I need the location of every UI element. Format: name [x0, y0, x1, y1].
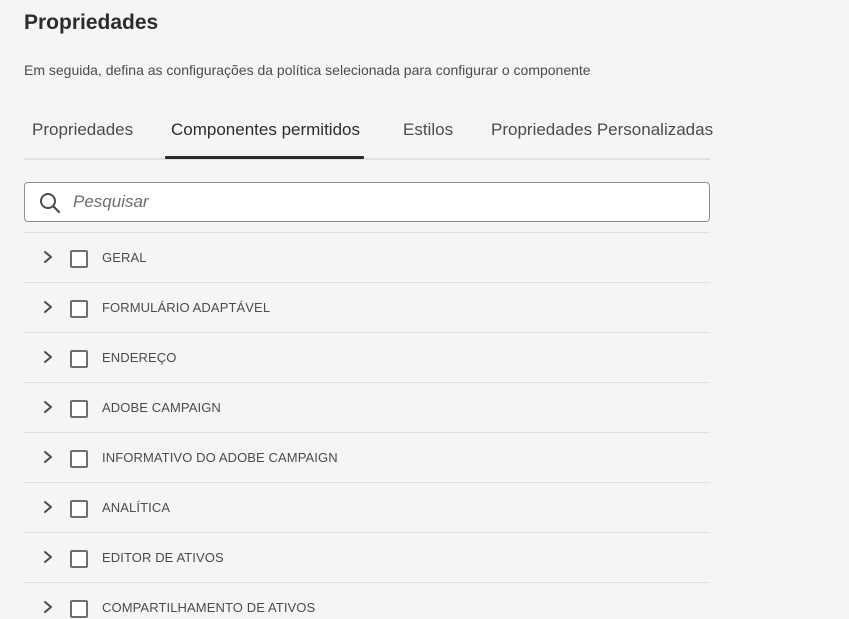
tab-custom-properties[interactable]: Propriedades Personalizadas — [491, 120, 713, 140]
tab-bar: Propriedades Componentes permitidos Esti… — [24, 108, 713, 160]
group-label: ADOBE CAMPAIGN — [102, 400, 221, 415]
chevron-right-icon[interactable] — [41, 298, 55, 316]
group-checkbox[interactable] — [70, 400, 88, 418]
chevron-right-icon[interactable] — [41, 448, 55, 466]
search-icon — [39, 192, 61, 214]
list-item: ADOBE CAMPAIGN — [24, 382, 710, 432]
properties-page: Propriedades Em seguida, defina as confi… — [0, 0, 849, 619]
search-field[interactable] — [24, 182, 710, 222]
group-checkbox[interactable] — [70, 350, 88, 368]
page-subtitle: Em seguida, defina as configurações da p… — [24, 62, 591, 78]
search-input[interactable] — [73, 183, 693, 221]
list-item: GERAL — [24, 232, 710, 282]
chevron-right-icon[interactable] — [41, 498, 55, 516]
chevron-right-icon[interactable] — [41, 398, 55, 416]
page-title: Propriedades — [24, 11, 159, 34]
chevron-right-icon[interactable] — [41, 248, 55, 266]
list-item: ANALÍTICA — [24, 482, 710, 532]
chevron-right-icon[interactable] — [41, 348, 55, 366]
group-checkbox[interactable] — [70, 300, 88, 318]
tab-styles[interactable]: Estilos — [403, 120, 453, 140]
list-item: ENDEREÇO — [24, 332, 710, 382]
list-item: EDITOR DE ATIVOS — [24, 532, 710, 582]
list-item: COMPARTILHAMENTO DE ATIVOS — [24, 582, 710, 619]
group-label: EDITOR DE ATIVOS — [102, 550, 224, 565]
group-checkbox[interactable] — [70, 450, 88, 468]
group-label: ENDEREÇO — [102, 350, 177, 365]
group-checkbox[interactable] — [70, 550, 88, 568]
active-tab-indicator — [165, 156, 364, 159]
group-checkbox[interactable] — [70, 500, 88, 518]
group-label: GERAL — [102, 250, 147, 265]
tab-properties[interactable]: Propriedades — [32, 120, 133, 140]
group-label: ANALÍTICA — [102, 500, 171, 515]
chevron-right-icon[interactable] — [41, 548, 55, 566]
chevron-right-icon[interactable] — [41, 598, 55, 616]
component-group-list: GERAL FORMULÁRIO ADAPTÁVEL ENDEREÇO ADOBE C… — [24, 232, 710, 619]
group-checkbox[interactable] — [70, 600, 88, 618]
group-checkbox[interactable] — [70, 250, 88, 268]
list-item: FORMULÁRIO ADAPTÁVEL — [24, 282, 710, 332]
tab-allowed-components[interactable]: Componentes permitidos — [171, 120, 360, 140]
group-label: COMPARTILHAMENTO DE ATIVOS — [102, 600, 316, 615]
group-label: INFORMATIVO DO ADOBE CAMPAIGN — [102, 450, 338, 465]
group-label: FORMULÁRIO ADAPTÁVEL — [102, 300, 271, 315]
list-item: INFORMATIVO DO ADOBE CAMPAIGN — [24, 432, 710, 482]
